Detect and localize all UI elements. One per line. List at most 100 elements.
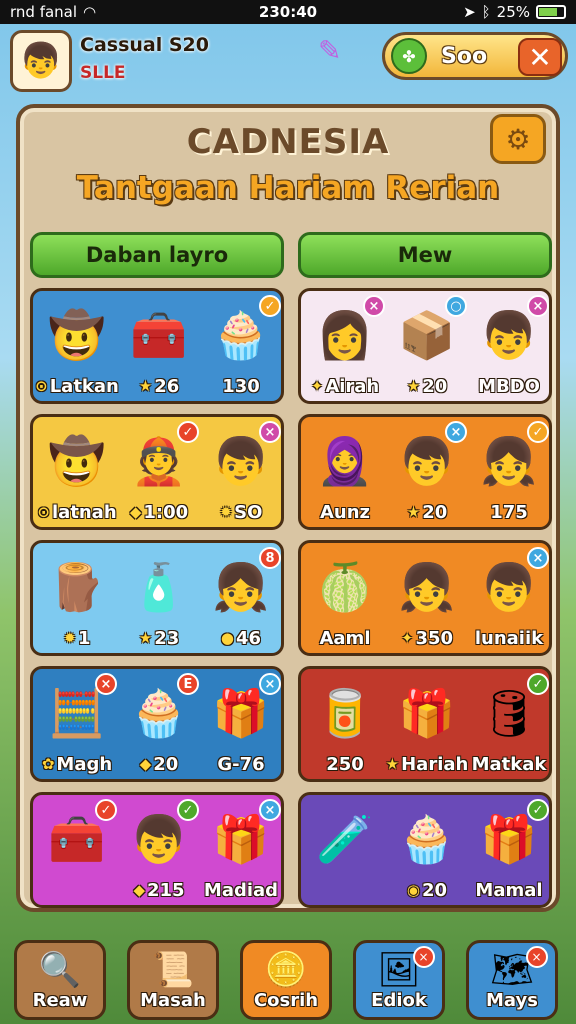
item-slot[interactable]: 🛢 ✓ xyxy=(471,673,549,751)
item-slot[interactable]: 👦 × xyxy=(471,547,549,625)
item-card[interactable]: 🧮 × ✿ Magh 🧁 E ◆ 20 🎁 × G-76 xyxy=(30,666,284,782)
slot-badge[interactable]: E xyxy=(177,673,199,695)
settings-gear-button[interactable]: ⚙ xyxy=(490,114,546,164)
item-slot[interactable]: 👦 × xyxy=(203,421,281,499)
item-slot[interactable]: 🧁 ✓ xyxy=(203,295,281,373)
item-slot[interactable]: 👦 × xyxy=(389,421,467,499)
label-icon: ✦ xyxy=(400,629,414,647)
slot-badge[interactable]: ✓ xyxy=(527,673,549,695)
tab-right[interactable]: Mew xyxy=(298,232,552,278)
item-card[interactable]: 🧪 🧁 ◉ 20 🎁 ✓ Mamal xyxy=(298,792,552,908)
item-card[interactable]: 🥫 250 🎁 ★ Hariah 🛢 ✓ Matkak xyxy=(298,666,552,782)
item-slot[interactable]: 🧰 xyxy=(121,297,197,373)
slot-badge[interactable]: × xyxy=(259,799,281,821)
item-slot[interactable]: 👦 × xyxy=(471,295,549,373)
pin-icon[interactable]: ✎ xyxy=(318,34,341,67)
nav-button-reaw[interactable]: 🔍 Reaw xyxy=(14,940,106,1020)
slot-badge[interactable]: ✓ xyxy=(527,421,549,443)
item-slot[interactable]: 🪵 xyxy=(39,549,115,625)
item-slot[interactable]: 🎁 ✓ xyxy=(471,799,549,877)
item-label xyxy=(303,877,387,903)
nav-label: Ediok xyxy=(371,990,427,1011)
item-slot[interactable]: 🥫 xyxy=(307,675,383,751)
item-icon: 🧰 xyxy=(48,811,106,866)
item-label: MBDO xyxy=(467,373,551,399)
item-slot[interactable]: 🧰 ✓ xyxy=(39,799,117,877)
item-slot[interactable]: 🎁 × xyxy=(203,799,281,877)
nav-button-mays[interactable]: 🗺 × Mays xyxy=(466,940,558,1020)
item-slot[interactable]: 🧕 xyxy=(307,423,383,499)
item-icon: 🎁 xyxy=(212,685,270,740)
label-icon: ● xyxy=(220,629,235,647)
item-card[interactable]: 🧰 ✓ 👦 ✓ ◆ 215 🎁 × Madiad xyxy=(30,792,284,908)
item-label-text: Aunz xyxy=(319,501,371,523)
slot-badge[interactable]: × xyxy=(95,673,117,695)
item-card[interactable]: 🍈 Aaml 👧 ✦ 350 👦 × lunaiik xyxy=(298,540,552,656)
nav-glyph: 🪙 xyxy=(264,950,308,990)
item-slot[interactable]: 🎁 xyxy=(389,675,465,751)
item-slot[interactable]: 👧 8 xyxy=(203,547,281,625)
item-card[interactable]: 🤠 ⊙ latnah 👲 ✓ ◆ 1:00 👦 × ✹ SO xyxy=(30,414,284,530)
nav-button-masah[interactable]: 📜 Masah xyxy=(127,940,219,1020)
label-icon: ✹ xyxy=(219,503,233,521)
slot-badge[interactable]: ✓ xyxy=(177,421,199,443)
item-slot[interactable]: 👦 ✓ xyxy=(121,799,199,877)
location-icon: ➤ xyxy=(463,3,476,21)
main-panel: CADNESIA Tantgaan Hariam Rerian ⚙ Daban … xyxy=(16,104,560,912)
item-label-text: 20 xyxy=(422,501,448,523)
item-label: 130 xyxy=(199,373,283,399)
slot-badge[interactable]: × xyxy=(259,421,281,443)
nav-button-ediok[interactable]: 🖼 × Ediok xyxy=(353,940,445,1020)
item-label: ✦ 350 xyxy=(385,625,469,651)
slot-badge[interactable]: ○ xyxy=(445,295,467,317)
panel-subtitle: Tantgaan Hariam Rerian xyxy=(76,170,500,206)
slot-badge[interactable]: × xyxy=(527,547,549,569)
item-slot[interactable]: 🧴 xyxy=(121,549,197,625)
item-slot[interactable]: 🧁 E xyxy=(121,673,199,751)
item-slot[interactable]: 🧁 xyxy=(389,801,465,877)
slot-badge[interactable]: ✓ xyxy=(527,799,549,821)
item-slot[interactable]: 🍈 xyxy=(307,549,383,625)
item-slot[interactable]: 🧪 xyxy=(307,801,383,877)
slot-badge[interactable]: × xyxy=(259,673,281,695)
item-slot[interactable]: 🧮 × xyxy=(39,673,117,751)
item-slot[interactable]: 📦 ○ xyxy=(389,295,467,373)
tab-left[interactable]: Daban layro xyxy=(30,232,284,278)
item-slot[interactable]: 👩 × xyxy=(307,295,385,373)
item-card[interactable]: 🪵 ✹ 1 🧴 ★ 23 👧 8 ● 46 xyxy=(30,540,284,656)
item-label: ◆ 215 xyxy=(117,877,201,903)
item-slot[interactable]: 🤠 xyxy=(39,423,115,499)
item-icon: 🧪 xyxy=(316,811,374,866)
item-slot[interactable]: 🎁 × xyxy=(203,673,281,751)
item-icon: 👦 xyxy=(212,433,270,488)
item-card[interactable]: 🧕 Aunz 👦 × ★ 20 👧 ✓ 175 xyxy=(298,414,552,530)
slot-badge[interactable]: × xyxy=(363,295,385,317)
nav-icon: 🖼 × xyxy=(377,946,435,990)
panel-title: CADNESIA xyxy=(186,122,390,162)
item-card[interactable]: 🤠 ⊙ Latkan 🧰 ★ 26 🧁 ✓ 130 xyxy=(30,288,284,404)
item-icon: 🛢 xyxy=(479,685,539,740)
player-avatar[interactable]: 👦 xyxy=(10,30,72,92)
item-slot[interactable]: 👧 xyxy=(389,549,465,625)
item-label-text: SO xyxy=(234,501,263,523)
currency-value: Soo xyxy=(441,43,488,69)
item-slot[interactable]: 👲 ✓ xyxy=(121,421,199,499)
currency-pill[interactable]: ✤ Soo ✕ xyxy=(382,32,568,80)
slot-badge[interactable]: 8 xyxy=(259,547,281,569)
item-label: ✿ Magh xyxy=(35,751,119,777)
item-slot[interactable]: 👧 ✓ xyxy=(471,421,549,499)
label-icon: ★ xyxy=(406,377,421,395)
slot-badge[interactable]: × xyxy=(445,421,467,443)
slot-badge[interactable]: ✓ xyxy=(95,799,117,821)
nav-button-cosrih[interactable]: 🪙 Cosrih xyxy=(240,940,332,1020)
item-label-text: Mamal xyxy=(475,879,543,901)
item-card[interactable]: 👩 × ✦ Airah 📦 ○ ★ 20 👦 × MBDO xyxy=(298,288,552,404)
slot-badge[interactable]: ✓ xyxy=(259,295,281,317)
label-icon: ★ xyxy=(385,755,400,773)
item-label: Aaml xyxy=(303,625,387,651)
close-button[interactable]: ✕ xyxy=(518,38,562,76)
slot-badge[interactable]: ✓ xyxy=(177,799,199,821)
slot-badge[interactable]: × xyxy=(527,295,549,317)
item-slot[interactable]: 🤠 xyxy=(39,297,115,373)
item-icon: 🤠 xyxy=(48,433,106,488)
